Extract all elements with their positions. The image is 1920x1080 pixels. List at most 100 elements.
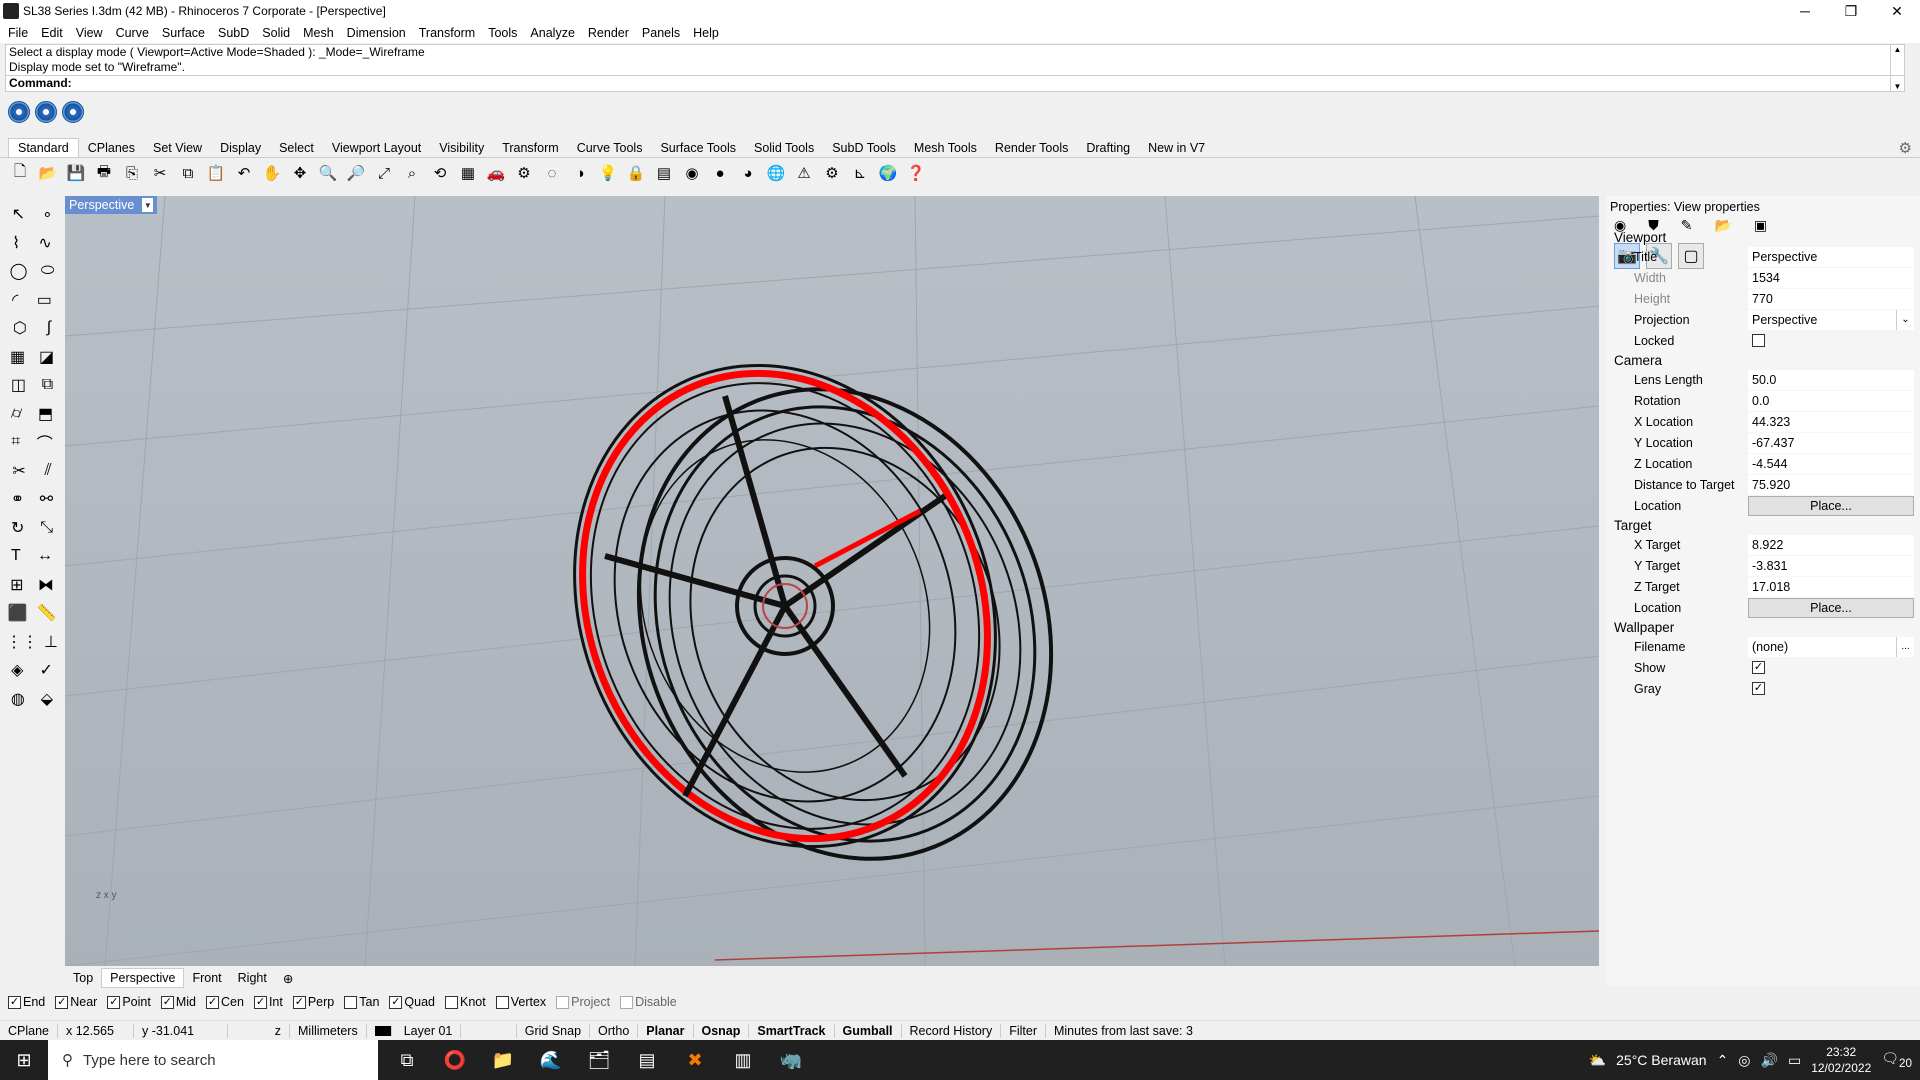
tab-viewport-layout[interactable]: Viewport Layout [323,139,430,157]
ortho-toggle[interactable]: Ortho [590,1023,639,1038]
osnap-mid[interactable]: ✓ Mid [160,995,196,1009]
car-icon[interactable]: 🚗 [484,161,508,185]
plugin-icon[interactable] [62,101,84,123]
mesh-icon[interactable]: ⌗ [11,433,20,451]
windows-start-icon[interactable]: ⊞ [0,1050,48,1071]
rectangle-icon[interactable]: ▭ [37,290,52,310]
globe-icon[interactable]: 🌍 [876,161,900,185]
menu-solid[interactable]: Solid [257,26,298,40]
height-field[interactable]: 770 [1748,288,1914,309]
tab-cplanes[interactable]: CPlanes [79,139,144,157]
add-viewport-icon[interactable]: ⊕ [275,969,301,988]
distance-to-target-field[interactable]: 75.920 [1748,474,1914,495]
osnap-cen[interactable]: ✓ Cen [206,995,244,1009]
tab-new-in-v7[interactable]: New in V7 [1139,139,1214,157]
gray-checkbox[interactable]: ✓ [1752,682,1765,695]
menu-subd[interactable]: SubD [213,26,257,40]
plugin-icon[interactable] [35,101,57,123]
x-target-field[interactable]: 8.922 [1748,534,1914,555]
browse-button[interactable]: ... [1896,636,1914,657]
solid-tool-icon[interactable]: ⬛ [8,603,28,623]
menu-mesh[interactable]: Mesh [298,26,342,40]
trim-icon[interactable]: ✂ [12,461,25,481]
tab-curve-tools[interactable]: Curve Tools [568,139,652,157]
circle-icon[interactable]: ◯ [10,261,28,281]
viewport-menu-arrow-icon[interactable]: ▼ [142,198,154,212]
menu-dimension[interactable]: Dimension [342,26,414,40]
file-explorer-icon[interactable]: 📁 [486,1042,520,1078]
menu-file[interactable]: File [3,26,36,40]
speaker-icon[interactable]: 🔊 [1761,1052,1778,1069]
fillet-icon[interactable]: ⌒ [37,430,53,454]
scale-icon[interactable]: ⤡ [40,519,53,537]
menu-tools[interactable]: Tools [483,26,525,40]
osnap-tan[interactable]: Tan [344,995,379,1009]
cplane-indicator[interactable]: CPlane [0,1023,58,1038]
ruler-icon[interactable]: 📏 [37,603,57,623]
notification-icon[interactable]: 🗨20 [1881,1050,1912,1070]
analyze-icon[interactable]: ⚠ [792,161,816,185]
osnap-point[interactable]: ✓ Point [107,995,151,1009]
close-button[interactable]: ✕ [1874,0,1920,22]
paint-icon[interactable]: ⬙ [41,689,53,709]
ellipse-icon[interactable]: ⬭ [41,262,55,280]
osnap-end[interactable]: ✓ End [8,995,45,1009]
menu-edit[interactable]: Edit [36,26,71,40]
display-tab-icon[interactable]: ▣ [1754,217,1767,234]
material-icon[interactable]: ◍ [11,689,25,709]
plugin-icon[interactable] [8,101,30,123]
chevron-down-icon[interactable]: ⌄ [1896,309,1914,330]
rendering-tab-icon[interactable]: ✎ [1681,217,1693,234]
sheet-app-icon[interactable]: ▤ [630,1042,664,1078]
light-icon[interactable]: 💡 [596,161,620,185]
zoom-window-icon[interactable]: 🔎 [344,161,368,185]
tab-surface-tools[interactable]: Surface Tools [651,139,745,157]
osnap-project[interactable]: Project [556,995,610,1009]
grid-array-icon[interactable]: ⋮⋮ [6,632,38,652]
projection-select[interactable]: Perspective ⌄ [1748,309,1914,330]
move-view-icon[interactable]: ✥ [288,161,312,185]
filename-field[interactable]: (none)... [1748,636,1914,657]
clock[interactable]: 23:32 12/02/2022 [1811,1044,1871,1076]
minimize-button[interactable]: ─ [1782,0,1828,22]
weather-icon[interactable]: ⛅ [1589,1052,1606,1069]
mirror-icon[interactable]: ⧓ [38,575,54,595]
command-scrollbar[interactable]: ▲ ▼ [1890,45,1904,91]
osnap-knot[interactable]: Knot [445,995,486,1009]
freeform-icon[interactable]: ∫ [47,319,51,337]
planar-toggle[interactable]: Planar [638,1023,694,1038]
osnap-near[interactable]: ✓ Near [55,995,97,1009]
x-location-field[interactable]: 44.323 [1748,411,1914,432]
xampp-icon[interactable]: ✖ [678,1042,712,1078]
menu-analyze[interactable]: Analyze [525,26,582,40]
command-prompt[interactable]: Command: [6,75,1904,90]
zoom-selected-icon[interactable]: ⌕ [400,161,424,185]
taskbar-search[interactable]: ⚲ Type here to search [48,1040,378,1080]
zoom-icon[interactable]: 🔍 [316,161,340,185]
rotate-icon[interactable]: ↻ [11,518,24,538]
analysis-icon[interactable]: ⊥ [44,632,58,652]
check-icon[interactable]: ✓ [40,660,53,680]
perspective-viewport[interactable] [65,196,1599,966]
battery-icon[interactable]: ▭ [1788,1052,1801,1069]
z-target-field[interactable]: 17.018 [1748,576,1914,597]
tab-mesh-tools[interactable]: Mesh Tools [905,139,986,157]
record-history-toggle[interactable]: Record History [902,1023,1002,1038]
cylinder-icon[interactable]: ⌭ [11,405,22,423]
y-target-field[interactable]: -3.831 [1748,555,1914,576]
new-file-icon[interactable]: 🗋 [8,161,32,185]
import-icon[interactable]: ⎘ [120,161,144,185]
target-place-button[interactable]: Place... [1748,597,1914,618]
osnap-disable[interactable]: Disable [620,995,677,1009]
folder-tab-icon[interactable]: 📂 [1714,217,1731,234]
osnap-vertex[interactable]: Vertex [495,995,546,1009]
wheel-wireframe[interactable] [504,301,1121,921]
boolean-icon[interactable]: ⧉ [42,376,53,394]
arc-icon[interactable]: ◜ [12,290,18,310]
tab-select[interactable]: Select [270,139,323,157]
cut-icon[interactable]: ✂ [148,161,172,185]
opera-icon[interactable]: ⭕ [438,1042,472,1078]
z-location-field[interactable]: -4.544 [1748,453,1914,474]
help-icon[interactable]: ❓ [904,161,928,185]
tray-chevron-icon[interactable]: ⌃ [1717,1052,1729,1069]
